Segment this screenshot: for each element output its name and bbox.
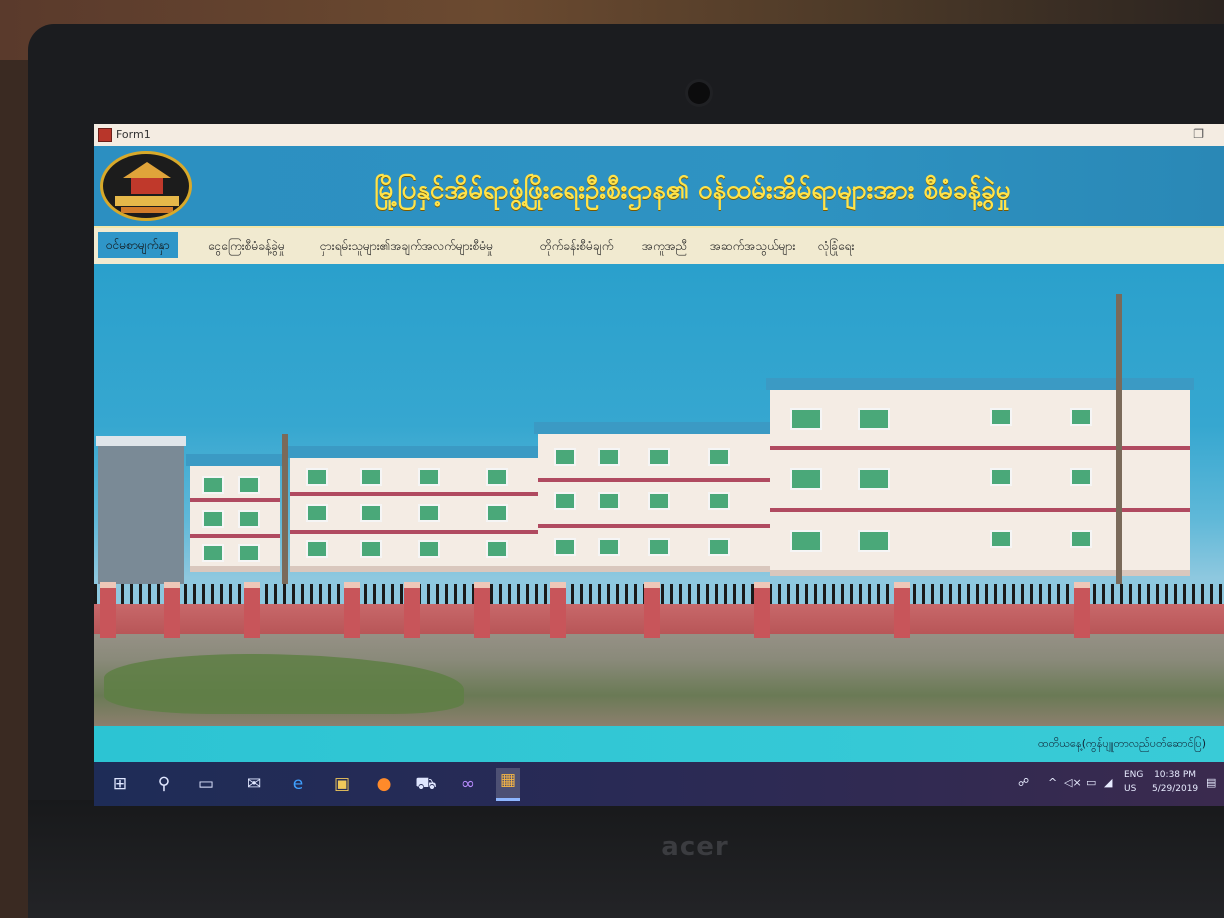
apartment-building <box>534 422 774 572</box>
task-view-icon[interactable]: ▭ <box>194 772 218 796</box>
volume-icon[interactable]: ◁× <box>1064 776 1082 789</box>
battery-icon[interactable]: ▭ <box>1086 776 1096 789</box>
menu-item-tenants[interactable]: ငှားရမ်းသူများ၏အချက်အလက်များစီမံမှု <box>320 238 493 256</box>
windows-taskbar: ⊞ ⚲ ▭ ✉ e ▣ ● ⛟ ∞ ▦ ☍ ^ ◁× ▭ ◢ ENG US 10… <box>94 762 1224 806</box>
screen: Form1 ❐ မြို့ပြနှင့်အိမ်ရာဖွံ့ဖြိုးရေးဦး… <box>94 124 1224 806</box>
utility-pole <box>1116 294 1122 584</box>
people-icon[interactable]: ☍ <box>1018 776 1029 789</box>
notification-icon[interactable]: ▤ <box>1206 776 1216 789</box>
clock-date: 5/29/2019 <box>1152 784 1199 794</box>
app-header: မြို့ပြနှင့်အိမ်ရာဖွံ့ဖြိုးရေးဦးစီးဌာန၏ … <box>94 146 1224 226</box>
apartment-building <box>766 378 1194 576</box>
laptop-bezel-bottom <box>28 800 1224 918</box>
menu-item-help[interactable]: အကူအညီ <box>642 238 687 256</box>
tray-chevron-icon[interactable]: ^ <box>1048 776 1057 789</box>
menu-item-home[interactable]: ဝင်မစာမျက်နှာ <box>98 232 178 258</box>
menu-item-contacts[interactable]: အဆက်အသွယ်များ <box>710 238 795 256</box>
edge-icon[interactable]: e <box>286 772 310 796</box>
window-title: Form1 <box>116 128 151 141</box>
search-icon[interactable]: ⚲ <box>152 772 176 796</box>
app-icon <box>98 128 112 142</box>
firefox-icon[interactable]: ● <box>372 772 396 796</box>
laptop-brand-logo: acer <box>661 832 729 862</box>
menu-item-finance[interactable]: ငွေကြေးစီမံခန့်ခွဲမှု <box>208 238 285 256</box>
tall-building <box>96 436 186 584</box>
menu-item-apartments[interactable]: တိုက်ခန်းစီမံချက် <box>540 238 613 256</box>
window-titlebar[interactable]: Form1 ❐ <box>94 124 1224 147</box>
mail-icon[interactable]: ✉ <box>242 772 266 796</box>
network-icon[interactable]: ◢ <box>1104 776 1112 789</box>
system-clock[interactable]: 10:38 PM 5/29/2019 <box>1152 768 1198 796</box>
windows-start-icon[interactable]: ⊞ <box>108 772 132 796</box>
apartment-building <box>186 454 284 572</box>
form-app-icon[interactable]: ▦ <box>496 768 520 801</box>
webcam-icon <box>688 82 710 104</box>
hero-photo-housing <box>94 264 1224 726</box>
status-text: ထတိယနေ့(ကွန်ပျူတာလည်ပတ်ဆောင်ပြ) <box>1038 737 1206 750</box>
clock-time: 10:38 PM <box>1154 770 1197 780</box>
store-icon[interactable]: ⛟ <box>414 772 438 796</box>
region-code: US <box>1124 784 1137 794</box>
status-bar: ထတိယနေ့(ကွန်ပျူတာလည်ပတ်ဆောင်ပြ) <box>94 726 1224 762</box>
language-code: ENG <box>1124 770 1144 780</box>
boundary-wall <box>94 582 1224 638</box>
apartment-building <box>286 446 544 572</box>
visual-studio-icon[interactable]: ∞ <box>456 772 480 796</box>
menu-item-security[interactable]: လုံခြုံရေး <box>818 238 854 256</box>
page-title: မြို့ပြနှင့်အိမ်ရာဖွံ့ဖြိုးရေးဦးစီးဌာန၏ … <box>374 175 1011 205</box>
file-explorer-icon[interactable]: ▣ <box>330 772 354 796</box>
utility-pole <box>282 434 288 584</box>
department-logo <box>100 151 192 221</box>
maximize-button[interactable]: ❐ <box>1193 127 1204 141</box>
main-menu: ဝင်မစာမျက်နှာ ငွေကြေးစီမံခန့်ခွဲမှု ငှား… <box>94 226 1224 266</box>
language-indicator[interactable]: ENG US <box>1124 768 1143 796</box>
